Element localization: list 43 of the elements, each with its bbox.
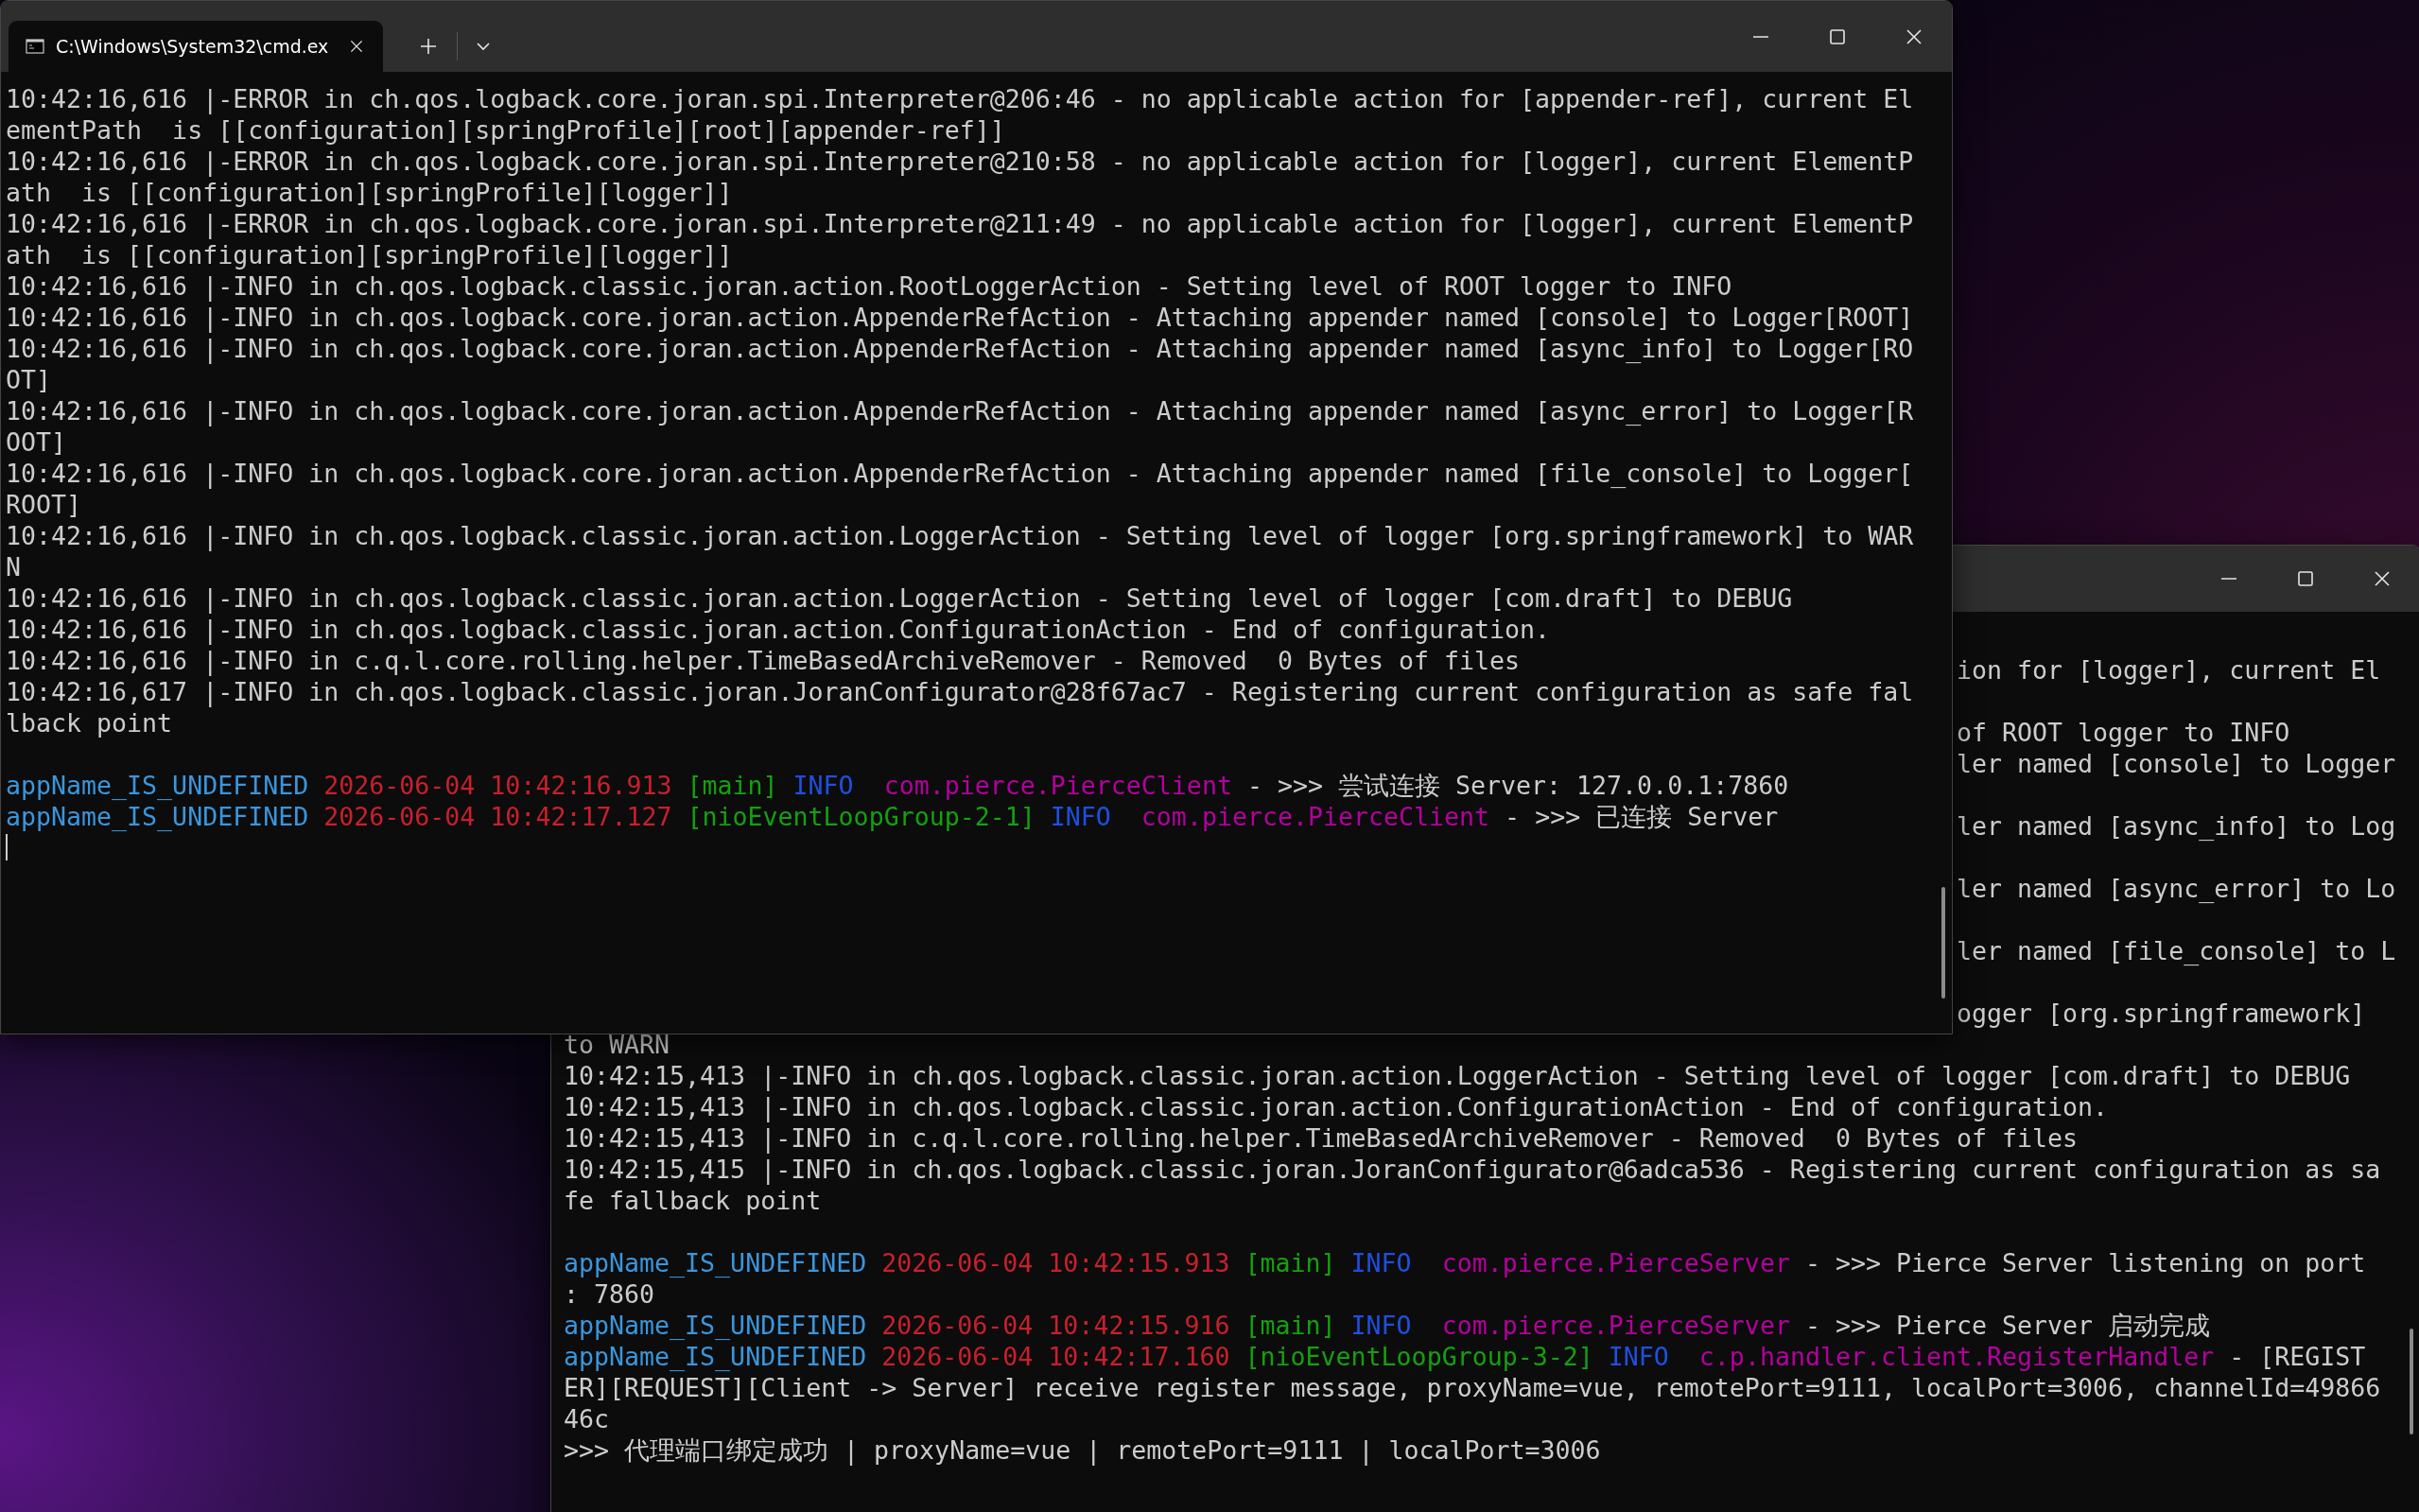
scrollbar-thumb[interactable] xyxy=(1941,887,1945,999)
log-line: 10:42:15,415 |-INFO in ch.qos.logback.classic.joran.JoranConfigurator@6adca536 - Registering current configuration as safe fallback point xyxy=(564,1154,2381,1216)
close-icon xyxy=(2372,569,2392,588)
log-line: appName_IS_UNDEFINED 2026-06-04 10:42:15.916 [main] INFO com.pierce.PierceServer - >>> Pierce Server 启动完成 xyxy=(564,1310,2212,1341)
log-line: ler named [async_error] to Lo xyxy=(1957,873,2396,904)
log-line: appName_IS_UNDEFINED 2026-06-04 10:42:17.127 [nioEventLoopGroup-2-1] INFO com.pierce.PierceClient - >>> 已连接 Server xyxy=(6,801,1780,832)
log-line: 10:42:15,413 |-INFO in c.q.l.core.rolling.helper.TimeBasedArchiveRemover - Removed 0 Bytes of files xyxy=(564,1122,2080,1154)
terminal-icon xyxy=(26,37,44,56)
log-line: appName_IS_UNDEFINED 2026-06-04 10:42:16.913 [main] INFO com.pierce.PierceClient - >>> 尝试连接 Server: 127.0.0.1:7860 xyxy=(6,770,1790,801)
log-line: 10:42:15,413 |-INFO in ch.qos.logback.classic.joran.action.ConfigurationAction - End of configuration. xyxy=(564,1091,2110,1122)
log-line: 10:42:16,616 |-INFO in ch.qos.logback.core.joran.action.AppenderRefAction - Attaching appender named [async_error] to Logger[ROOT] xyxy=(6,395,1914,458)
maximize-icon xyxy=(2295,569,2315,588)
minimize-icon xyxy=(2219,578,2238,580)
log-line: ion for [logger], current El xyxy=(1957,654,2381,686)
minimize-icon xyxy=(1750,35,1770,38)
log-line: ler named [async_info] to Log xyxy=(1957,810,2396,842)
log-line: ler named [file_console] to L xyxy=(1957,935,2396,966)
log-line: of ROOT logger to INFO xyxy=(1957,717,2290,748)
log-line: 10:42:16,616 |-INFO in ch.qos.logback.classic.joran.action.LoggerAction - Setting level of logger [com.draft] to DEBUG xyxy=(6,582,1794,614)
log-line: appName_IS_UNDEFINED 2026-06-04 10:42:15.913 [main] INFO com.pierce.PierceServer - >>> Pierce Server listening on port: 7860 xyxy=(564,1247,2367,1310)
tab[interactable]: C:\Windows\System32\cmd.ex xyxy=(9,21,384,72)
plus-icon xyxy=(419,37,439,56)
log-line: 10:42:16,617 |-INFO in ch.qos.logback.classic.joran.JoranConfigurator@28f67ac7 - Registering current configuration as safe fallback point xyxy=(6,676,1914,739)
log-line: ogger [org.springframework] xyxy=(1957,998,2366,1029)
log-line: 10:42:16,616 |-INFO in ch.qos.logback.core.joran.action.AppenderRefAction - Attaching appender named [console] to Logger[ROOT] xyxy=(6,302,1914,333)
log-line: 10:42:16,616 |-INFO in ch.qos.logback.classic.joran.action.LoggerAction - Setting level of logger [org.springframework] to WARN xyxy=(6,520,1914,582)
log-line: to WARN xyxy=(564,1029,671,1060)
log-line: 10:42:16,616 |-INFO in ch.qos.logback.core.joran.action.AppenderRefAction - Attaching appender named [file_console] to Logger[ROOT] xyxy=(6,458,1914,520)
scrollbar-thumb[interactable] xyxy=(2410,1329,2413,1434)
close-icon xyxy=(349,39,365,54)
log-line: ler named [console] to Logger xyxy=(1957,748,2396,779)
log-line: 10:42:15,413 |-INFO in ch.qos.logback.classic.joran.action.LoggerAction - Setting level of logger [com.draft] to DEBUG xyxy=(564,1060,2352,1091)
log-line: 10:42:16,616 |-ERROR in ch.qos.logback.core.joran.spi.Interpreter@211:49 - no applicable action for [logger], current ElementPath is [[configuration][springProfile][logger]] xyxy=(6,208,1914,270)
log-line: >>> 代理端口绑定成功 | proxyName=vue | remotePort=9111 | localPort=3006 xyxy=(564,1434,1602,1466)
log-line: 10:42:16,616 |-INFO in c.q.l.core.rolling.helper.TimeBasedArchiveRemover - Removed 0 Bytes of files xyxy=(6,645,1522,676)
maximize-icon xyxy=(1827,26,1847,46)
close-icon xyxy=(1904,26,1923,46)
log-line: 10:42:16,616 |-ERROR in ch.qos.logback.core.joran.spi.Interpreter@210:58 - no applicable action for [logger], current ElementPath is [[configuration][springProfile][logger]] xyxy=(6,146,1914,208)
log-line: 10:42:16,616 |-INFO in ch.qos.logback.core.joran.action.AppenderRefAction - Attaching appender named [async_info] to Logger[ROOT] xyxy=(6,333,1914,395)
log-line: 10:42:16,616 |-ERROR in ch.qos.logback.core.joran.spi.Interpreter@206:46 - no applicable action for [appender-ref], current ElementPath is [[configuration][springProfile][root][appender-ref]] xyxy=(6,83,1914,146)
log-line: appName_IS_UNDEFINED 2026-06-04 10:42:17.160 [nioEventLoopGroup-3-2] INFO c.p.handler.client.RegisterHandler - [REGISTER][REQUEST][Client -> Server] receive register message, proxyName=vue, remotePort=9111, localPort=3006, channelId=4986646c xyxy=(564,1341,2381,1434)
log-line: 10:42:16,616 |-INFO in ch.qos.logback.classic.joran.action.RootLoggerAction - Setting level of ROOT logger to INFO xyxy=(6,270,1733,302)
log-line: 10:42:16,616 |-INFO in ch.qos.logback.classic.joran.action.ConfigurationAction - End of configuration. xyxy=(6,614,1552,645)
